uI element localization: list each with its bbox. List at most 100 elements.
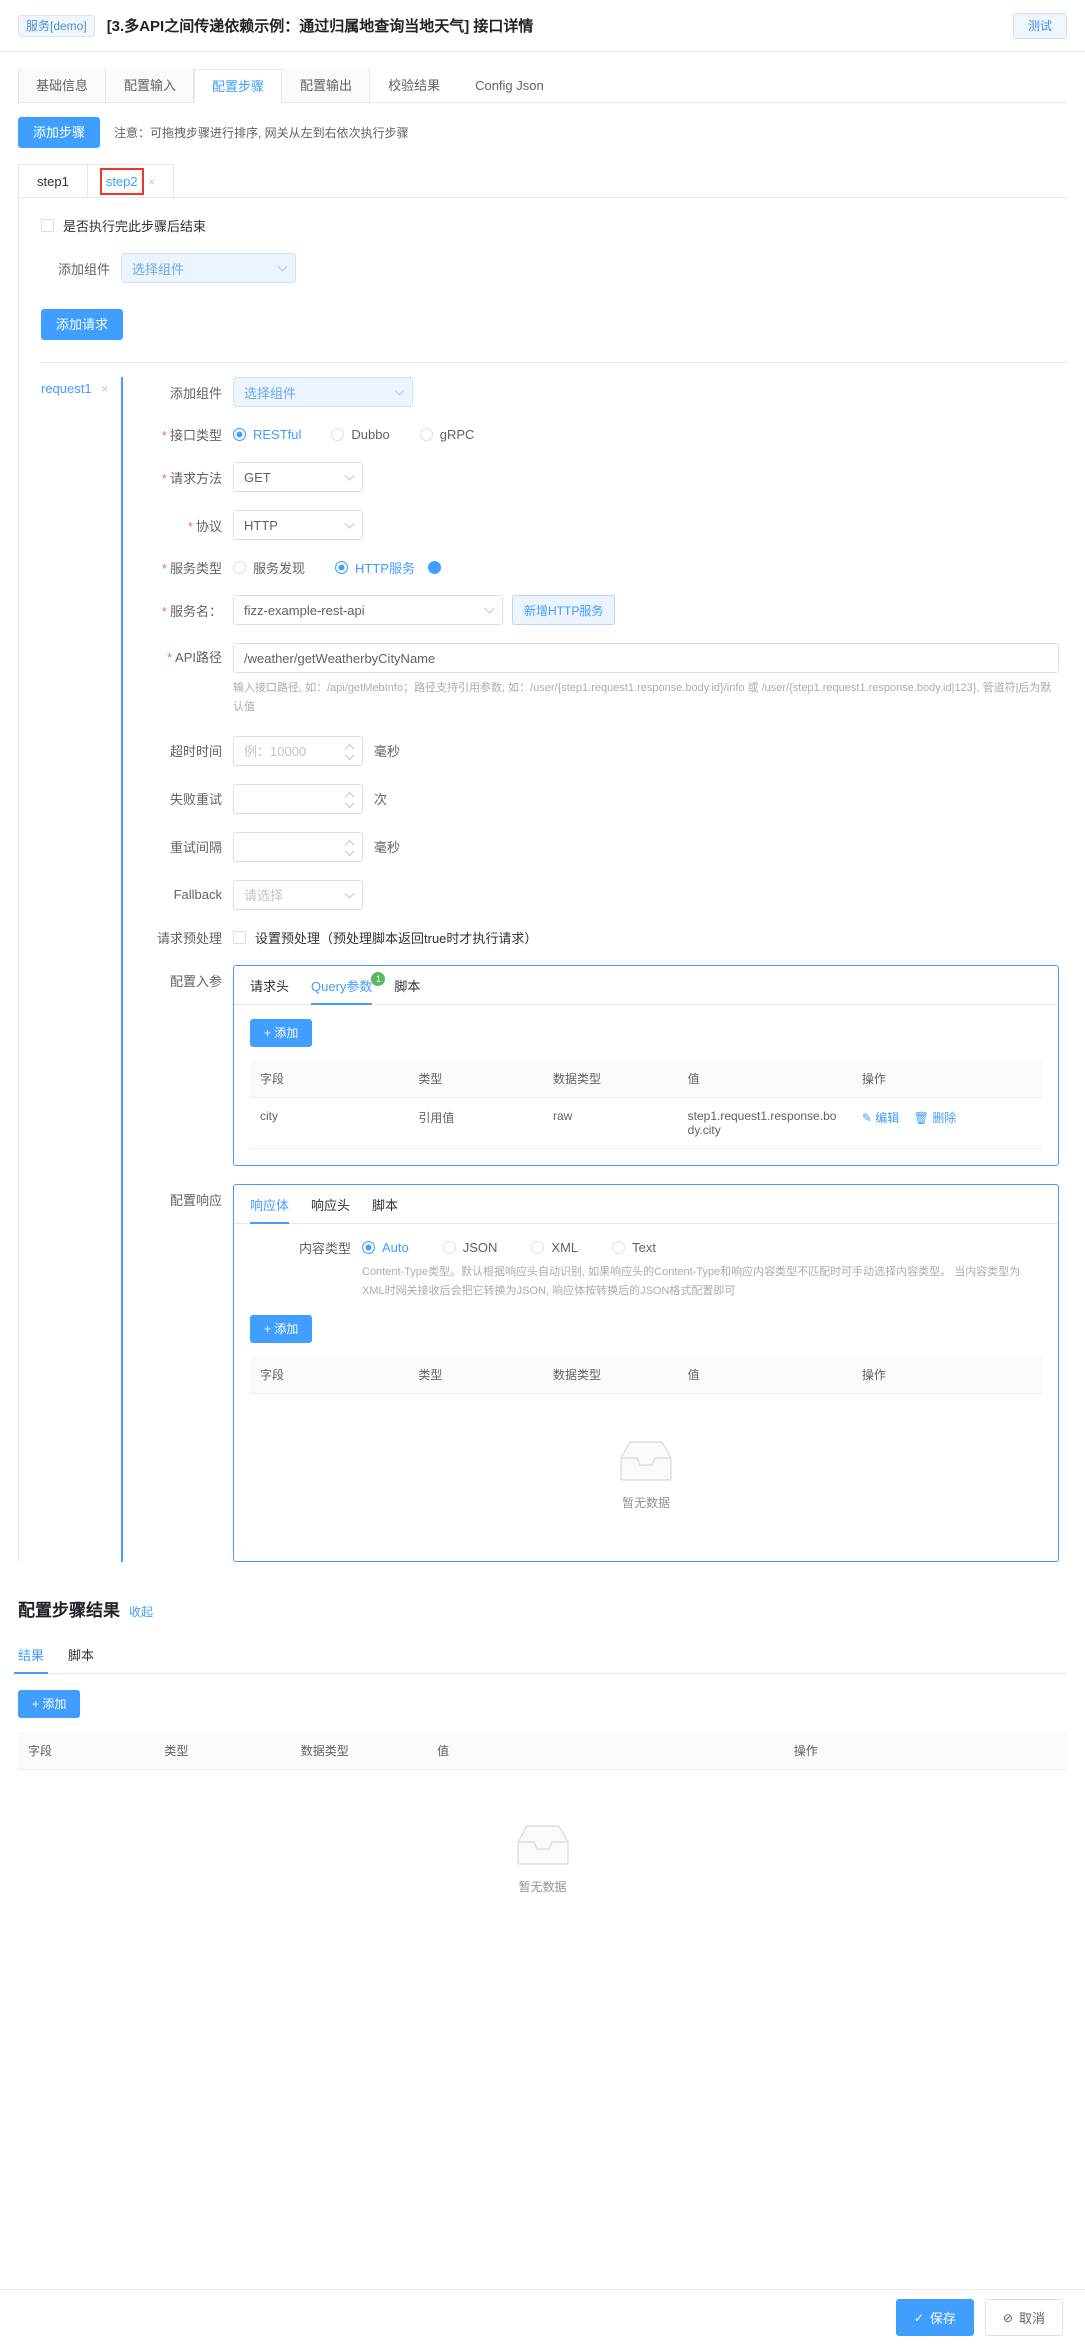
tab-script[interactable]: 脚本 (394, 976, 420, 1004)
end-after-step-label: 是否执行完此步骤后结束 (63, 219, 207, 234)
api-path-input[interactable]: /weather/getWeatherbyCityName (233, 643, 1059, 673)
main-content: 添加步骤 注意：可拖拽步骤进行排序, 网关从左到右依次执行步骤 step1 st… (0, 103, 1085, 1935)
request-method-row: * 请求方法 GET (141, 462, 1067, 492)
radio-auto[interactable]: Auto (362, 1240, 409, 1255)
radio-label: Text (632, 1239, 656, 1255)
edit-label: 编辑 (875, 1110, 900, 1125)
table-header-row: 字段 类型 数据类型 值 操作 (18, 1732, 1067, 1770)
service-name-label: * 服务名： (161, 603, 222, 619)
close-icon[interactable]: × (148, 175, 155, 189)
radio-label: Auto (382, 1239, 409, 1255)
request-method-value: GET (244, 469, 271, 485)
step-result-table: 字段 类型 数据类型 值 操作 (18, 1732, 1067, 1770)
input-params-row: 配置入参 请求头 Query参数 1 脚本 + 添加 字段 类型 数据类型 值 … (141, 964, 1067, 1166)
interface-type-row: * 接口类型 RESTful Dubbo gRPC (141, 425, 1067, 444)
tab-config-input[interactable]: 配置输入 (106, 68, 195, 102)
step-tab-step2[interactable]: step2 × (87, 164, 175, 197)
tab-config-json[interactable]: Config Json (457, 68, 561, 102)
tab-result-script[interactable]: 脚本 (68, 1645, 94, 1673)
col-actions: 操作 (851, 1059, 1042, 1098)
required-marker: * (161, 603, 167, 619)
input-params-add-button[interactable]: + 添加 (250, 1018, 313, 1047)
close-icon[interactable]: × (101, 382, 108, 396)
input-params-table: 字段 类型 数据类型 值 操作 city 引用值 raw step1.reque… (250, 1059, 1042, 1149)
tab-query-params-label: Query参数 (311, 978, 373, 994)
request-method-select[interactable]: GET (233, 462, 363, 492)
preprocess-checkbox-label: 设置预处理（预处理脚本返回true时才执行请求） (255, 930, 538, 946)
end-after-step-checkbox[interactable] (41, 219, 54, 232)
api-path-row: * API路径 /weather/getWeatherbyCityName 输入接… (141, 643, 1067, 718)
service-name-select[interactable]: fizz-example-rest-api (233, 595, 503, 625)
tab-response-script[interactable]: 脚本 (372, 1195, 398, 1223)
help-icon[interactable]: ? (427, 561, 441, 574)
preprocess-checkbox[interactable] (233, 930, 246, 944)
radio-dot-icon (419, 428, 433, 441)
fallback-select[interactable]: 请选择 (233, 879, 363, 910)
tab-response-headers[interactable]: 响应头 (311, 1195, 350, 1223)
response-add-label: 添加 (274, 1322, 299, 1336)
retry-interval-label: 重试间隔 (169, 840, 222, 855)
step-result-add-button[interactable]: + 添加 (18, 1690, 81, 1718)
radio-dot-icon (233, 561, 246, 574)
collapse-link[interactable]: 收起 (129, 1603, 153, 1620)
radio-restful[interactable]: RESTful (233, 427, 301, 442)
radio-dot-icon (233, 428, 246, 441)
cell-type: 引用值 (408, 1097, 544, 1149)
request-tab-request1[interactable]: request1 (41, 381, 92, 396)
radio-xml[interactable]: XML (531, 1240, 578, 1255)
tab-request-headers[interactable]: 请求头 (250, 976, 289, 1004)
radio-dubbo[interactable]: Dubbo (331, 427, 390, 442)
tab-validation-result[interactable]: 校验结果 (370, 68, 457, 102)
radio-service-discovery[interactable]: 服务发现 (233, 558, 305, 577)
steps-note: 注意：可拖拽步骤进行排序, 网关从左到右依次执行步骤 (114, 126, 409, 140)
response-add-button[interactable]: + 添加 (250, 1315, 313, 1343)
service-type-label: * 服务类型 (161, 561, 222, 576)
radio-dot-icon (331, 428, 345, 441)
tab-config-output[interactable]: 配置输出 (282, 68, 371, 102)
stepper-icon[interactable] (346, 744, 354, 757)
radio-label: HTTP服务 (355, 561, 415, 576)
edit-action[interactable]: ✎ 编辑 (862, 1111, 903, 1125)
preprocess-checkbox-row[interactable]: 设置预处理（预处理脚本返回true时才执行请求） (233, 928, 537, 947)
retry-interval-input[interactable] (233, 831, 363, 862)
chevron-down-icon (344, 518, 355, 529)
test-button[interactable]: 测试 (1012, 12, 1067, 39)
tab-basic-info[interactable]: 基础信息 (18, 68, 107, 102)
empty-box-icon (516, 1825, 569, 1865)
tab-config-steps[interactable]: 配置步骤 (194, 69, 283, 103)
chevron-down-icon (344, 888, 355, 899)
tab-result[interactable]: 结果 (13, 1645, 49, 1674)
chevron-down-icon (277, 261, 288, 272)
save-button[interactable]: ✓ 保存 (895, 2299, 974, 2336)
add-step-button[interactable]: 添加步骤 (18, 117, 101, 148)
stepper-icon[interactable] (346, 840, 354, 853)
protocol-select[interactable]: HTTP (233, 510, 363, 540)
chevron-down-icon (394, 385, 405, 396)
required-marker: * (166, 650, 173, 665)
step-component-select[interactable]: 选择组件 (121, 253, 296, 283)
tab-query-params[interactable]: Query参数 1 (311, 971, 386, 1005)
radio-grpc[interactable]: gRPC (419, 427, 474, 442)
service-tag[interactable]: 服务[demo] (18, 14, 95, 37)
save-label: 保存 (929, 2311, 956, 2326)
add-request-button[interactable]: 添加请求 (41, 309, 124, 340)
request-component-select[interactable]: 选择组件 (233, 377, 413, 407)
radio-json[interactable]: JSON (442, 1240, 497, 1255)
timeout-input[interactable]: 例：10000 (233, 735, 363, 766)
step-tab-step1[interactable]: step1 (18, 164, 88, 197)
step-result-body: + 添加 字段 类型 数据类型 值 操作 暂无数据 (18, 1690, 1067, 1935)
fallback-placeholder: 请选择 (244, 888, 284, 903)
plus-icon: + (264, 1025, 272, 1040)
request-tab-column: request1 × (41, 377, 121, 1562)
end-after-step-row[interactable]: 是否执行完此步骤后结束 (41, 216, 1067, 235)
stepper-icon[interactable] (346, 792, 354, 805)
step-result-title: 配置步骤结果 (18, 1601, 120, 1620)
radio-http-service[interactable]: HTTP服务 ? (335, 558, 441, 577)
radio-text[interactable]: Text (612, 1240, 656, 1255)
retry-input[interactable] (233, 783, 363, 814)
cancel-button[interactable]: ⊘ 取消 (984, 2299, 1063, 2336)
delete-action[interactable]: 🗑 删除 (914, 1111, 957, 1125)
new-http-service-button[interactable]: 新增HTTP服务 (512, 595, 616, 625)
col-data-type: 数据类型 (543, 1059, 678, 1098)
tab-response-body[interactable]: 响应体 (250, 1195, 290, 1224)
